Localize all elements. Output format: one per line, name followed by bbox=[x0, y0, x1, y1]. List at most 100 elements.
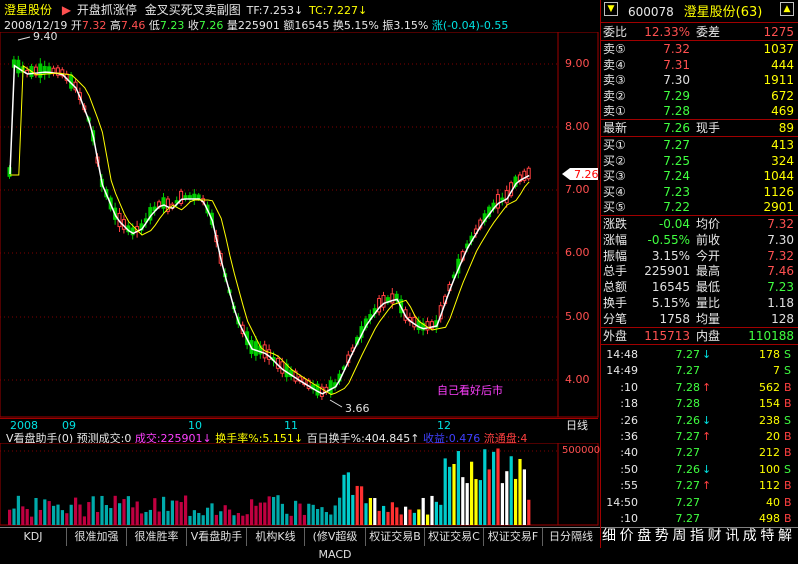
period-label[interactable]: 日线 bbox=[566, 420, 588, 431]
volume-bar bbox=[175, 500, 179, 525]
volume-bar bbox=[522, 469, 526, 525]
volume-bar bbox=[527, 499, 531, 525]
volume-axis-label: 500000 bbox=[562, 445, 601, 456]
quote-header: 600078 澄星股份(63) bbox=[628, 6, 762, 19]
bid-level-volume: 1126 bbox=[763, 184, 794, 199]
volume-bar bbox=[135, 501, 139, 525]
ask-level-volume: 1911 bbox=[763, 73, 794, 88]
stat-label: 总额 bbox=[603, 280, 628, 295]
volume-bar bbox=[184, 495, 188, 525]
tick-row: :10 7.28 ↑ 562 B bbox=[600, 379, 798, 396]
ask-level-row[interactable]: 卖② 7.29 672 bbox=[600, 88, 798, 104]
minimize-icon[interactable]: ▼ bbox=[604, 2, 618, 16]
volume-bar bbox=[302, 514, 306, 525]
bottom-menu-item[interactable]: 价 bbox=[620, 529, 634, 543]
tick-arrow-icon: ↓ bbox=[702, 413, 712, 427]
bottom-menu-item[interactable]: 周 bbox=[672, 529, 686, 543]
expand-icon[interactable]: ▲ bbox=[780, 2, 794, 16]
volume-bar bbox=[487, 469, 491, 525]
divider bbox=[601, 22, 798, 23]
tick-volume: 238 bbox=[759, 413, 780, 427]
stat-value: 7.32 bbox=[767, 248, 794, 263]
volume-bar bbox=[16, 495, 20, 525]
last-row: 最新 7.26 现手 89 bbox=[600, 120, 798, 136]
ask-level-price: 7.28 bbox=[663, 104, 690, 119]
ask-level-row[interactable]: 卖① 7.28 469 bbox=[600, 103, 798, 119]
volume-bar bbox=[346, 472, 350, 525]
bottom-menu-item[interactable]: 指 bbox=[690, 529, 704, 543]
indicator-name[interactable]: 开盘抓涨停 bbox=[77, 3, 137, 17]
ask-level-price: 7.31 bbox=[663, 57, 690, 72]
candle-body bbox=[328, 380, 333, 394]
ask-level-row[interactable]: 卖④ 7.31 444 bbox=[600, 57, 798, 73]
bid-level-volume: 1044 bbox=[763, 169, 794, 184]
price-chart-svg[interactable] bbox=[0, 32, 600, 418]
date-axis-label: 2008 bbox=[10, 419, 38, 432]
stat-value: 3.15% bbox=[651, 248, 690, 263]
volume-bar bbox=[131, 507, 135, 525]
bid-level-row[interactable]: 买⑤ 7.22 2901 bbox=[600, 199, 798, 215]
bid-level-row[interactable]: 买① 7.27 413 bbox=[600, 137, 798, 153]
price-axis-label: 9.00 bbox=[565, 57, 590, 70]
bottom-menu-item[interactable]: 财 bbox=[708, 529, 722, 543]
tick-time: :18 bbox=[620, 397, 638, 411]
tab-kdj[interactable]: KDJ bbox=[0, 528, 67, 546]
tick-time: :36 bbox=[620, 430, 638, 443]
tab-institution-kline[interactable]: 机构K线 bbox=[247, 528, 305, 546]
price-axis-label: 5.00 bbox=[565, 310, 590, 323]
volume-bar bbox=[179, 502, 183, 525]
bid-level-row[interactable]: 买② 7.25 324 bbox=[600, 153, 798, 169]
tab-very-accurate-plus[interactable]: 很准加强 bbox=[67, 528, 127, 546]
kline-chart-area[interactable]: 澄星股份 ▶ 开盘抓涨停 金叉买死叉卖副图 TF:7.253↓ TC:7.227… bbox=[0, 0, 601, 561]
volume-bar bbox=[373, 498, 377, 525]
stat-value: 7.46 bbox=[767, 264, 794, 279]
stat-row: 总额 16545 最低 7.23 bbox=[600, 279, 798, 295]
bottom-menu-item[interactable]: 盘 bbox=[637, 529, 651, 543]
candle-body bbox=[183, 195, 188, 199]
signal-name: 金叉买死叉卖副图 bbox=[144, 3, 241, 17]
bid-level-price: 7.27 bbox=[663, 138, 690, 152]
high-value: 7.46 bbox=[120, 19, 146, 32]
tick-price: 7.27 bbox=[675, 430, 701, 443]
tab-warrant-f[interactable]: 权证交易F bbox=[484, 528, 543, 546]
volume-bar bbox=[118, 503, 122, 525]
tab-day-separator[interactable]: 日分隔线 bbox=[543, 528, 599, 546]
volume-chart-svg[interactable] bbox=[0, 443, 600, 527]
volume-bar bbox=[228, 509, 232, 525]
change-value: (-0.04)-0.55 bbox=[442, 19, 509, 32]
bid-level-row[interactable]: 买④ 7.23 1126 bbox=[600, 184, 798, 200]
bottom-menu-item[interactable]: 特 bbox=[760, 529, 774, 543]
bottom-menu-item[interactable]: 细 bbox=[602, 529, 616, 543]
bottom-menu-item[interactable]: 讯 bbox=[725, 529, 739, 543]
tick-volume: 562 bbox=[759, 380, 780, 394]
ask-level-row[interactable]: 卖③ 7.30 1911 bbox=[600, 72, 798, 88]
volume-bar bbox=[280, 503, 284, 525]
tab-super-macd[interactable]: (修V超级MACD bbox=[305, 528, 366, 561]
tab-warrant-b[interactable]: 权证交易B bbox=[366, 528, 425, 546]
webi-label: 委比 bbox=[603, 25, 628, 39]
tick-time: :55 bbox=[620, 479, 638, 493]
stat-label: 换手 bbox=[603, 296, 628, 310]
tab-warrant-c[interactable]: 权证交易C bbox=[425, 528, 484, 546]
amplitude-value: 3.15% bbox=[393, 19, 429, 32]
play-arrow-icon[interactable]: ▶ bbox=[62, 3, 71, 17]
tick-side: S bbox=[784, 348, 791, 361]
date-axis: 2008 09 10 11 12 日线 bbox=[0, 418, 598, 432]
tab-win-rate[interactable]: 很准胜率 bbox=[127, 528, 187, 546]
tick-side: B bbox=[784, 446, 792, 460]
bottom-menu-item[interactable]: 解 bbox=[778, 529, 792, 543]
open-label: 开 bbox=[70, 19, 82, 32]
volume-bar bbox=[417, 509, 421, 525]
stat-value: 7.32 bbox=[767, 217, 794, 231]
bottom-menu-item[interactable]: 成 bbox=[743, 529, 757, 543]
ask-level-volume: 672 bbox=[771, 88, 794, 103]
volume-bar bbox=[144, 511, 148, 525]
bid-level-row[interactable]: 买③ 7.24 1044 bbox=[600, 168, 798, 184]
bottom-menu-item[interactable]: 势 bbox=[655, 529, 669, 543]
tick-time: :10 bbox=[620, 512, 638, 525]
stat-value: 225901 bbox=[644, 264, 690, 279]
tick-side: B bbox=[784, 495, 792, 509]
tick-row: 14:49 7.27 7 S bbox=[600, 362, 798, 379]
ask-level-row[interactable]: 卖⑤ 7.32 1037 bbox=[600, 41, 798, 57]
tab-v-assistant[interactable]: V看盘助手 bbox=[187, 528, 247, 546]
